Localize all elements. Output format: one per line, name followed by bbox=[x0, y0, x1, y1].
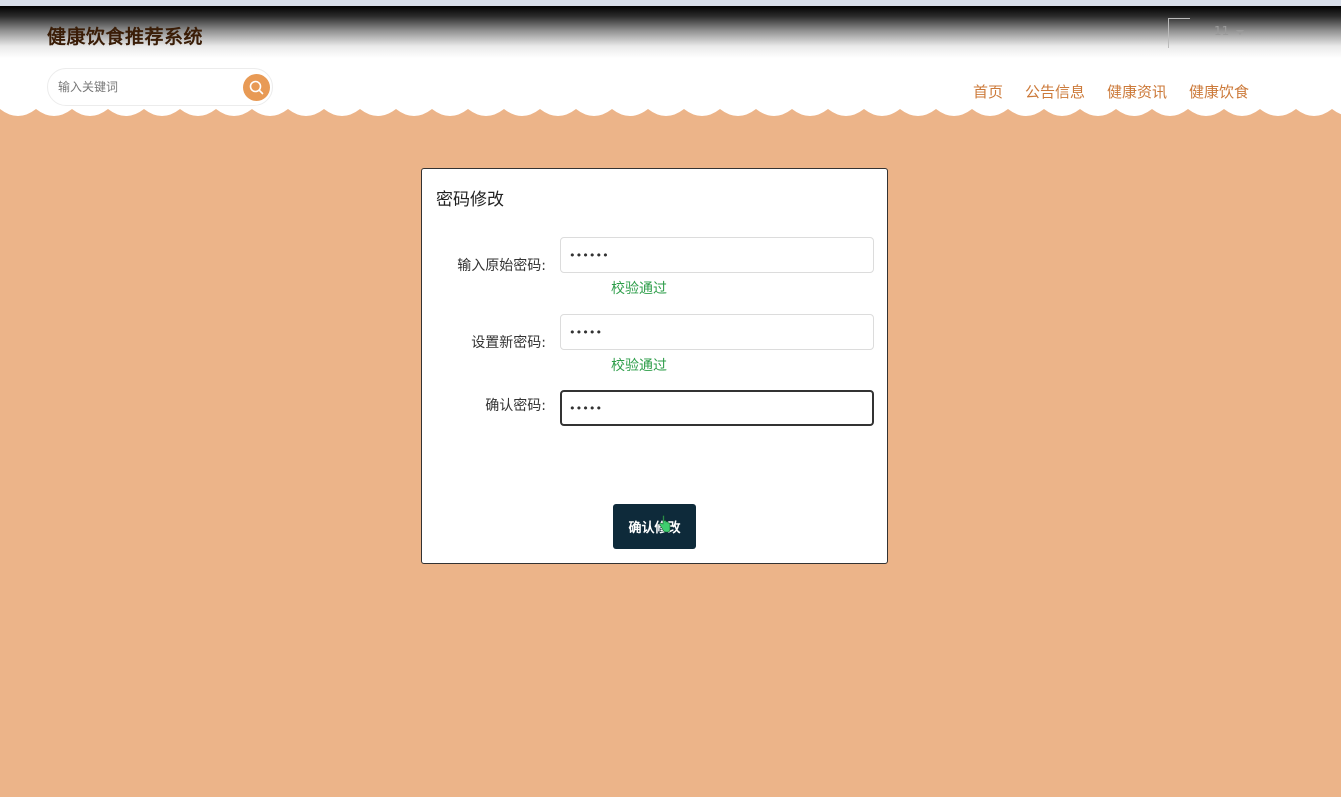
scalloped-divider bbox=[0, 109, 1341, 131]
user-menu[interactable]: 11 bbox=[1168, 18, 1258, 52]
nav-item-healthy-diet[interactable]: 健康饮食 bbox=[1189, 81, 1249, 102]
user-name[interactable]: 11 bbox=[1214, 24, 1229, 38]
avatar-broken-image-icon[interactable] bbox=[1168, 18, 1190, 48]
confirm-password-input[interactable] bbox=[560, 390, 874, 426]
nav-item-announcements[interactable]: 公告信息 bbox=[1025, 81, 1085, 102]
site-brand: 健康饮食推荐系统 bbox=[47, 26, 204, 48]
hand-cursor-icon bbox=[659, 515, 671, 533]
new-password-label: 设置新密码: bbox=[471, 335, 546, 351]
change-password-dialog: 密码修改 输入原始密码: 校验通过 设置新密码: 校验通过 确认密码: 确认修改 bbox=[421, 168, 888, 564]
caret-down-icon[interactable] bbox=[1236, 30, 1244, 35]
old-password-input[interactable] bbox=[560, 237, 874, 273]
old-password-label: 输入原始密码: bbox=[457, 258, 546, 274]
new-password-valid-message: 校验通过 bbox=[611, 358, 667, 374]
nav-item-health-news[interactable]: 健康资讯 bbox=[1107, 81, 1167, 102]
main-nav: 首页 公告信息 健康资讯 健康饮食 bbox=[0, 81, 1341, 105]
new-password-input[interactable] bbox=[560, 314, 874, 350]
confirm-password-label: 确认密码: bbox=[485, 398, 546, 414]
old-password-valid-message: 校验通过 bbox=[611, 281, 667, 297]
confirm-change-button[interactable]: 确认修改 bbox=[613, 504, 696, 549]
dialog-title: 密码修改 bbox=[436, 190, 504, 210]
nav-item-home[interactable]: 首页 bbox=[973, 81, 1003, 102]
site-header: 健康饮食推荐系统 11 首页 公告信息 健康资讯 健康饮食 bbox=[0, 6, 1341, 118]
